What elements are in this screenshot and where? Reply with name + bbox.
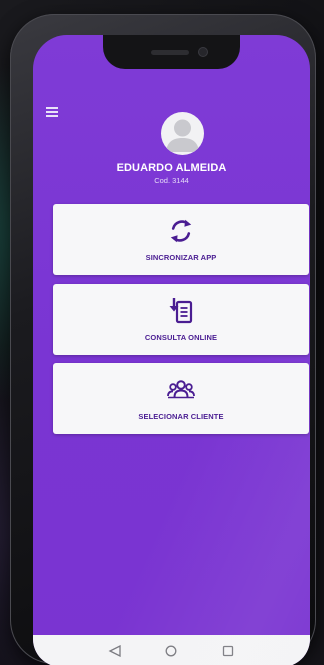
back-triangle-icon[interactable] xyxy=(108,645,122,657)
app-screen: EDUARDO ALMEIDA Cod. 3144 SINCRONIZAR AP… xyxy=(33,35,310,665)
phone-frame: EDUARDO ALMEIDA Cod. 3144 SINCRONIZAR AP… xyxy=(10,14,316,665)
document-download-icon xyxy=(169,298,193,324)
home-circle-icon[interactable] xyxy=(164,645,178,657)
speaker-grille xyxy=(151,50,189,55)
online-query-label: CONSULTA ONLINE xyxy=(144,333,218,342)
user-silhouette-icon xyxy=(166,119,199,152)
select-client-button[interactable]: SELECIONAR CLIENTE xyxy=(53,363,309,434)
select-client-label: SELECIONAR CLIENTE xyxy=(138,412,224,421)
sync-app-button[interactable]: SINCRONIZAR APP xyxy=(53,204,309,275)
phone-notch xyxy=(103,35,240,69)
front-camera xyxy=(199,48,207,56)
user-name: EDUARDO ALMEIDA xyxy=(116,162,227,174)
system-navigation-bar xyxy=(33,635,310,665)
users-group-icon xyxy=(167,380,195,399)
avatar xyxy=(161,112,204,155)
online-query-button[interactable]: CONSULTA ONLINE xyxy=(53,284,309,355)
sync-icon xyxy=(170,219,192,243)
user-code: Cod. 3144 xyxy=(154,176,189,185)
hamburger-menu-icon[interactable] xyxy=(46,107,60,119)
sync-app-label: SINCRONIZAR APP xyxy=(145,253,217,262)
recents-square-icon[interactable] xyxy=(221,645,235,657)
